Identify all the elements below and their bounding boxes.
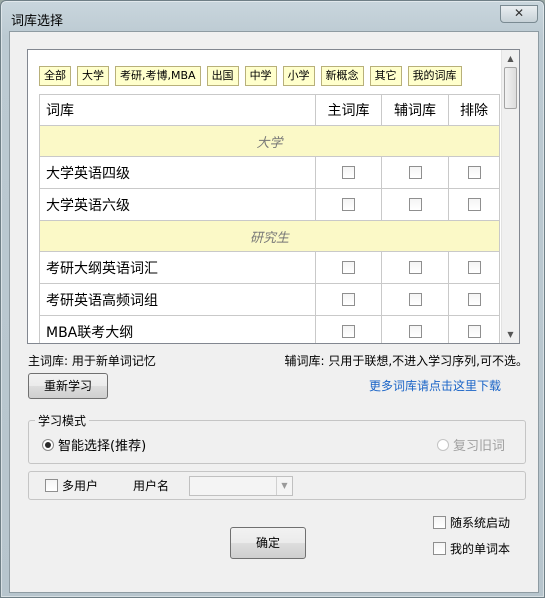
multi-user-checkbox[interactable] — [45, 479, 58, 492]
aux-cell — [381, 251, 449, 284]
filter-chip[interactable]: 全部 — [39, 66, 71, 86]
chevron-down-icon[interactable]: ▼ — [276, 477, 292, 495]
table-row: 考研英语高频词组 — [39, 283, 500, 316]
filter-chip[interactable]: 大学 — [77, 66, 109, 86]
exclude-checkbox[interactable] — [467, 198, 481, 211]
column-header-name: 词库 — [39, 94, 316, 126]
main-cell — [315, 251, 382, 284]
close-button[interactable]: ✕ — [500, 5, 538, 23]
main-dict-note: 主词库: 用于新单词记忆 — [28, 354, 156, 368]
dictionary-name: 考研英语高频词组 — [39, 283, 316, 316]
table-header-row: 词库 主词库 辅词库 排除 — [39, 94, 500, 126]
aux-checkbox[interactable] — [408, 261, 422, 274]
exclude-checkbox[interactable] — [467, 325, 481, 338]
download-more-link[interactable]: 更多词库请点击这里下载 — [369, 377, 501, 394]
table-row: 考研大纲英语词汇 — [39, 251, 500, 284]
user-settings-group: 多用户 用户名 ▼ — [28, 471, 526, 500]
scroll-up-arrow-icon[interactable]: ▲ — [502, 50, 519, 67]
username-label: 用户名 — [133, 479, 170, 493]
aux-cell — [381, 315, 449, 343]
autostart-option[interactable]: 随系统启动 — [433, 514, 510, 531]
aux-checkbox[interactable] — [408, 198, 422, 211]
wordbook-label: 我的单词本 — [450, 542, 511, 556]
scroll-down-arrow-icon[interactable]: ▼ — [502, 326, 519, 343]
dialog-window: 词库选择 ✕ 全部 大学 考研,考博,MBA 出国 中学 小学 新概念 其它 我的词库 词库 主… — [0, 0, 545, 598]
ok-button[interactable]: 确定 — [230, 527, 306, 559]
main-cell — [315, 315, 382, 343]
column-header-exclude: 排除 — [448, 94, 500, 126]
relearn-button[interactable]: 重新学习 — [28, 373, 108, 399]
exclude-cell — [448, 251, 500, 284]
exclude-cell — [448, 188, 500, 221]
aux-checkbox[interactable] — [408, 293, 422, 306]
table-row: 大学英语六级 — [39, 188, 500, 221]
filter-chip[interactable]: 其它 — [369, 66, 402, 86]
main-cell — [315, 156, 382, 189]
filter-chip[interactable]: 新概念 — [320, 66, 364, 86]
multi-user-option[interactable]: 多用户 — [45, 477, 98, 494]
window-title: 词库选择 — [11, 14, 64, 29]
dictionary-list-panel: 全部 大学 考研,考博,MBA 出国 中学 小学 新概念 其它 我的词库 词库 主词库 辅词库 … — [27, 49, 520, 344]
review-mode-label: 复习旧词 — [452, 439, 505, 454]
study-mode-legend: 学习模式 — [35, 412, 90, 429]
group-header-row: 研究生 — [39, 220, 500, 252]
group-title: 研究生 — [39, 220, 500, 252]
dictionary-name: 大学英语六级 — [39, 188, 316, 221]
smart-mode-option[interactable]: 智能选择(推荐) — [42, 435, 146, 454]
main-checkbox[interactable] — [342, 325, 355, 338]
filter-chip[interactable]: 我的词库 — [407, 66, 462, 86]
column-header-main: 主词库 — [315, 94, 382, 126]
exclude-checkbox[interactable] — [467, 166, 481, 179]
table-row: 大学英语四级 — [39, 156, 500, 189]
smart-mode-radio[interactable] — [42, 438, 54, 451]
main-cell — [315, 188, 382, 221]
aux-cell — [381, 283, 449, 316]
scroll-thumb[interactable] — [504, 67, 517, 109]
aux-cell — [381, 156, 449, 189]
list-vertical-scrollbar[interactable]: ▲ ▼ — [501, 50, 519, 343]
wordbook-option[interactable]: 我的单词本 — [433, 540, 510, 557]
exclude-cell — [448, 156, 500, 189]
username-combobox[interactable]: ▼ — [189, 476, 293, 496]
main-checkbox[interactable] — [342, 293, 355, 306]
main-checkbox[interactable] — [342, 261, 355, 274]
table-row: MBA联考大纲 — [39, 315, 500, 343]
main-cell — [315, 283, 382, 316]
aux-cell — [381, 188, 449, 221]
dialog-client-area: 全部 大学 考研,考博,MBA 出国 中学 小学 新概念 其它 我的词库 词库 主词库 辅词库 … — [9, 31, 539, 593]
autostart-checkbox[interactable] — [433, 516, 446, 529]
review-mode-radio[interactable] — [436, 438, 449, 451]
filter-chip[interactable]: 考研,考博,MBA — [115, 66, 201, 86]
dictionary-table: 词库 主词库 辅词库 排除 大学 大学英语四级 大学英语六级 研究生 考研大纲英语词汇考… — [39, 94, 500, 343]
title-bar: 词库选择 ✕ — [1, 1, 545, 31]
aux-checkbox[interactable] — [408, 166, 422, 179]
smart-mode-label: 智能选择(推荐) — [58, 439, 147, 454]
dictionary-name: 大学英语四级 — [39, 156, 316, 189]
exclude-checkbox[interactable] — [467, 293, 481, 306]
group-title: 大学 — [39, 125, 500, 157]
main-checkbox[interactable] — [342, 198, 355, 211]
aux-checkbox[interactable] — [408, 325, 422, 338]
exclude-cell — [448, 283, 500, 316]
aux-dict-note: 辅词库: 只用于联想,不进入学习序列,可不选。 — [284, 354, 529, 368]
exclude-checkbox[interactable] — [467, 261, 481, 274]
review-mode-option[interactable]: 复习旧词 — [436, 435, 505, 454]
wordbook-checkbox[interactable] — [433, 542, 446, 555]
study-mode-group: 学习模式 智能选择(推荐) 复习旧词 — [28, 412, 526, 464]
column-header-aux: 辅词库 — [381, 94, 449, 126]
multi-user-label: 多用户 — [62, 479, 99, 493]
main-checkbox[interactable] — [342, 166, 355, 179]
exclude-cell — [448, 315, 500, 343]
category-filter-bar: 全部 大学 考研,考博,MBA 出国 中学 小学 新概念 其它 我的词库 — [39, 66, 468, 86]
filter-chip[interactable]: 小学 — [282, 66, 315, 86]
dictionary-name: MBA联考大纲 — [39, 315, 316, 343]
group-header-row: 大学 — [39, 125, 500, 157]
autostart-label: 随系统启动 — [450, 516, 511, 530]
dictionary-name: 考研大纲英语词汇 — [39, 251, 316, 284]
filter-chip[interactable]: 中学 — [244, 66, 277, 86]
filter-chip[interactable]: 出国 — [206, 66, 239, 86]
close-icon: ✕ — [513, 6, 525, 20]
